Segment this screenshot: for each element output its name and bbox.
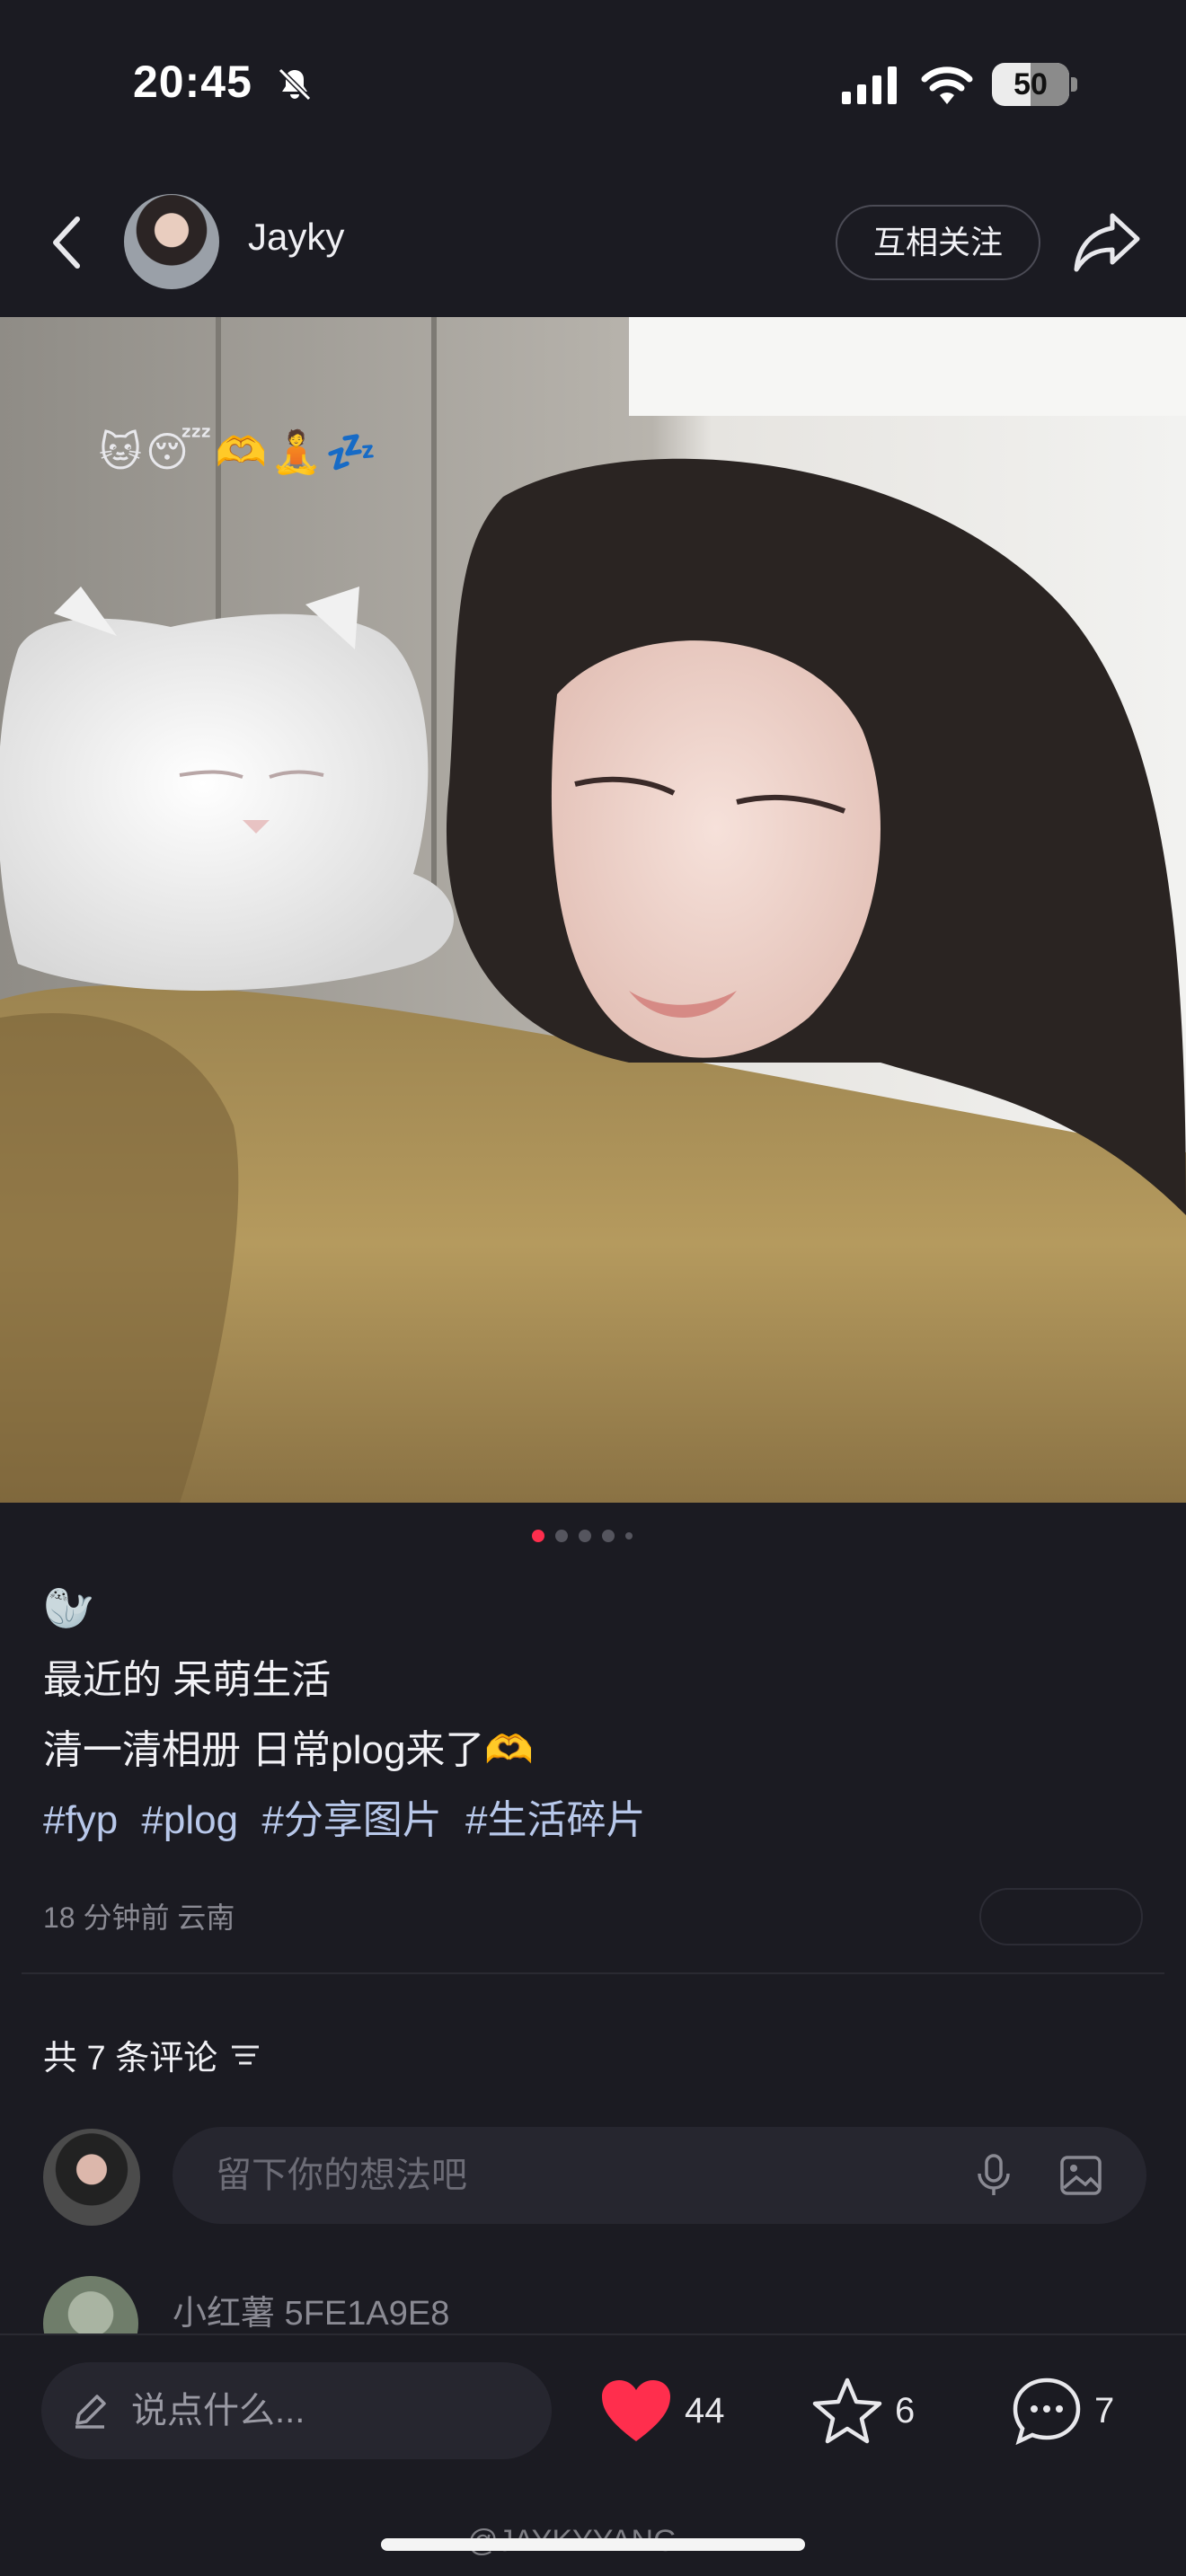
post-photo[interactable]: 🐱😴🫶🧘💤 xyxy=(0,317,1186,1503)
hashtag-share-photos[interactable]: #分享图片 xyxy=(261,1798,441,1842)
battery-icon: 50 xyxy=(992,63,1078,106)
sort-icon[interactable] xyxy=(228,2040,262,2070)
like-count: 44 xyxy=(685,2390,725,2430)
pagination-dot[interactable] xyxy=(555,1530,568,1542)
photo-emoji-overlay: 🐱😴🫶🧘💤 xyxy=(99,428,381,476)
comments-count: 共 7 条评论 xyxy=(43,2040,218,2078)
say-something-placeholder: 说点什么... xyxy=(131,2391,305,2430)
caption-emoji: 🦭 xyxy=(43,1584,95,1632)
image-icon[interactable] xyxy=(1058,2154,1103,2197)
photo-illustration xyxy=(0,317,1186,1503)
my-avatar[interactable] xyxy=(43,2129,140,2226)
like-button[interactable]: 44 xyxy=(600,2366,725,2456)
hashtag-fyp[interactable]: #fyp xyxy=(43,1798,118,1842)
status-time: 20:45 xyxy=(133,57,252,107)
star-icon xyxy=(812,2378,882,2444)
home-indicator[interactable] xyxy=(381,2538,805,2551)
status-bar: 20:45 50 xyxy=(0,0,1186,171)
meta-pill[interactable] xyxy=(979,1888,1143,1945)
caption-line-2: 清一清相册 日常plog来了🫶 xyxy=(43,1728,535,1772)
wifi-icon xyxy=(921,66,973,104)
follow-button[interactable]: 互相关注 xyxy=(836,205,1040,280)
comments-header: 共 7 条评论 xyxy=(43,2030,262,2079)
say-something-input[interactable]: 说点什么... xyxy=(41,2362,552,2459)
post-caption: 🦭 最近的 呆萌生活 清一清相册 日常plog来了🫶 #fyp #plog #分… xyxy=(43,1581,1148,1856)
pagination-dot-active[interactable] xyxy=(532,1530,544,1542)
hashtag-plog[interactable]: #plog xyxy=(141,1798,238,1842)
comment-bubble-icon xyxy=(1013,2378,1081,2445)
heart-icon xyxy=(602,2380,670,2441)
favorite-button[interactable]: 6 xyxy=(812,2366,915,2456)
comment-button[interactable]: 7 xyxy=(1012,2366,1114,2456)
pagination-dot[interactable] xyxy=(602,1530,615,1542)
bell-off-icon xyxy=(278,67,312,101)
hashtag-life-fragments[interactable]: #生活碎片 xyxy=(465,1798,645,1842)
divider xyxy=(22,1972,1164,1974)
pagination-dot[interactable] xyxy=(579,1530,591,1542)
author-avatar[interactable] xyxy=(124,194,219,289)
comment-input-placeholder: 留下你的想法吧 xyxy=(216,2156,467,2195)
favorite-count: 6 xyxy=(895,2390,916,2430)
back-arrow-icon[interactable] xyxy=(40,205,93,280)
photo-pagination xyxy=(532,1529,633,1543)
share-icon[interactable] xyxy=(1071,208,1143,277)
battery-percent: 50 xyxy=(1013,67,1048,101)
comment-author[interactable]: 小红薯 5FE1A9E8 xyxy=(173,2285,449,2334)
cellular-signal-icon xyxy=(842,66,897,104)
pencil-icon xyxy=(75,2395,106,2429)
pagination-dot[interactable] xyxy=(625,1532,633,1539)
author-name[interactable]: Jayky xyxy=(248,216,344,259)
post-header: Jayky 互相关注 xyxy=(0,171,1186,314)
hashtag-list: #fyp #plog #分享图片 #生活碎片 xyxy=(43,1786,1148,1856)
caption-line-1: 最近的 呆萌生活 xyxy=(43,1658,332,1702)
comment-input[interactable]: 留下你的想法吧 xyxy=(173,2127,1146,2224)
post-meta: 18 分钟前 云南 xyxy=(43,1901,235,1934)
comment-count: 7 xyxy=(1094,2390,1115,2430)
microphone-icon[interactable] xyxy=(972,2152,1015,2199)
